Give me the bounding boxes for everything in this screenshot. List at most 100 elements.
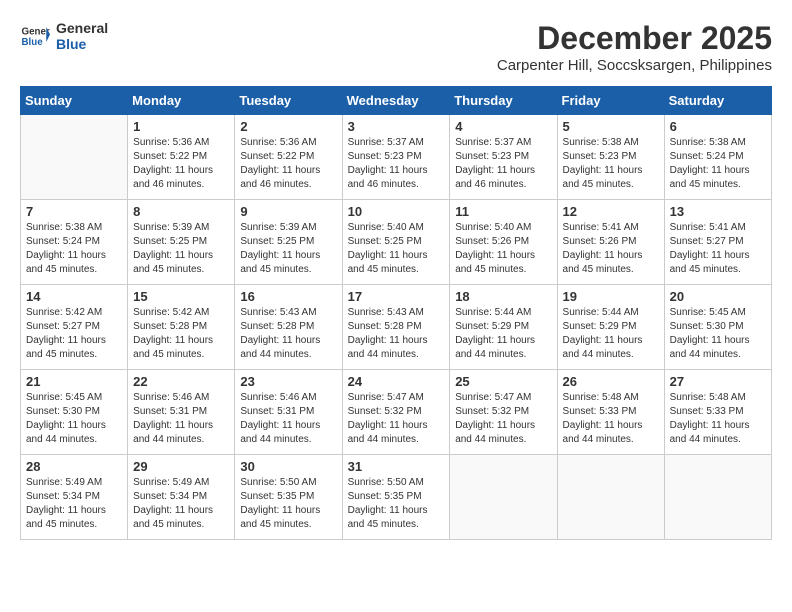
day-info: Sunrise: 5:39 AM Sunset: 5:25 PM Dayligh… — [133, 221, 229, 277]
sunrise-text: Sunrise: 5:43 AM — [240, 307, 316, 318]
header-thursday: Thursday — [450, 87, 557, 115]
day-info: Sunrise: 5:50 AM Sunset: 5:35 PM Dayligh… — [240, 476, 336, 532]
daylight-text: Daylight: 11 hours and 44 minutes. — [133, 420, 213, 445]
daylight-text: Daylight: 11 hours and 44 minutes. — [455, 420, 535, 445]
sunset-text: Sunset: 5:27 PM — [670, 236, 744, 247]
day-info: Sunrise: 5:38 AM Sunset: 5:23 PM Dayligh… — [563, 136, 659, 192]
day-info: Sunrise: 5:46 AM Sunset: 5:31 PM Dayligh… — [240, 391, 336, 447]
sunset-text: Sunset: 5:28 PM — [133, 321, 207, 332]
calendar-cell: 17 Sunrise: 5:43 AM Sunset: 5:28 PM Dayl… — [342, 285, 450, 370]
day-number: 13 — [670, 204, 766, 219]
daylight-text: Daylight: 11 hours and 44 minutes. — [455, 335, 535, 360]
sunrise-text: Sunrise: 5:42 AM — [133, 307, 209, 318]
daylight-text: Daylight: 11 hours and 46 minutes. — [240, 165, 320, 190]
sunrise-text: Sunrise: 5:45 AM — [670, 307, 746, 318]
calendar-cell: 11 Sunrise: 5:40 AM Sunset: 5:26 PM Dayl… — [450, 200, 557, 285]
sunset-text: Sunset: 5:34 PM — [26, 491, 100, 502]
calendar-cell: 4 Sunrise: 5:37 AM Sunset: 5:23 PM Dayli… — [450, 115, 557, 200]
sunset-text: Sunset: 5:35 PM — [240, 491, 314, 502]
day-info: Sunrise: 5:42 AM Sunset: 5:28 PM Dayligh… — [133, 306, 229, 362]
calendar-week-row: 21 Sunrise: 5:45 AM Sunset: 5:30 PM Dayl… — [21, 370, 772, 455]
day-number: 24 — [348, 374, 445, 389]
day-number: 26 — [563, 374, 659, 389]
calendar-cell: 28 Sunrise: 5:49 AM Sunset: 5:34 PM Dayl… — [21, 455, 128, 540]
sunrise-text: Sunrise: 5:40 AM — [348, 222, 424, 233]
calendar-cell: 27 Sunrise: 5:48 AM Sunset: 5:33 PM Dayl… — [664, 370, 771, 455]
day-number: 1 — [133, 119, 229, 134]
day-number: 3 — [348, 119, 445, 134]
daylight-text: Daylight: 11 hours and 45 minutes. — [563, 250, 643, 275]
daylight-text: Daylight: 11 hours and 45 minutes. — [240, 250, 320, 275]
day-info: Sunrise: 5:44 AM Sunset: 5:29 PM Dayligh… — [455, 306, 551, 362]
day-number: 8 — [133, 204, 229, 219]
day-info: Sunrise: 5:41 AM Sunset: 5:26 PM Dayligh… — [563, 221, 659, 277]
daylight-text: Daylight: 11 hours and 45 minutes. — [670, 165, 750, 190]
svg-text:General: General — [22, 27, 51, 38]
day-info: Sunrise: 5:44 AM Sunset: 5:29 PM Dayligh… — [563, 306, 659, 362]
day-number: 14 — [26, 289, 122, 304]
weekday-header-row: Sunday Monday Tuesday Wednesday Thursday… — [21, 87, 772, 115]
calendar-cell: 12 Sunrise: 5:41 AM Sunset: 5:26 PM Dayl… — [557, 200, 664, 285]
day-number: 25 — [455, 374, 551, 389]
daylight-text: Daylight: 11 hours and 45 minutes. — [133, 335, 213, 360]
day-number: 28 — [26, 459, 122, 474]
header-monday: Monday — [128, 87, 235, 115]
daylight-text: Daylight: 11 hours and 44 minutes. — [563, 420, 643, 445]
calendar-cell: 25 Sunrise: 5:47 AM Sunset: 5:32 PM Dayl… — [450, 370, 557, 455]
sunrise-text: Sunrise: 5:44 AM — [563, 307, 639, 318]
daylight-text: Daylight: 11 hours and 45 minutes. — [455, 250, 535, 275]
calendar-cell: 18 Sunrise: 5:44 AM Sunset: 5:29 PM Dayl… — [450, 285, 557, 370]
calendar-cell — [664, 455, 771, 540]
logo-icon: General Blue — [20, 21, 50, 51]
sunset-text: Sunset: 5:33 PM — [670, 406, 744, 417]
svg-text:Blue: Blue — [22, 37, 44, 48]
sunset-text: Sunset: 5:23 PM — [455, 151, 529, 162]
calendar-cell: 20 Sunrise: 5:45 AM Sunset: 5:30 PM Dayl… — [664, 285, 771, 370]
day-number: 11 — [455, 204, 551, 219]
sunset-text: Sunset: 5:26 PM — [455, 236, 529, 247]
daylight-text: Daylight: 11 hours and 44 minutes. — [240, 420, 320, 445]
day-info: Sunrise: 5:43 AM Sunset: 5:28 PM Dayligh… — [240, 306, 336, 362]
calendar-table: Sunday Monday Tuesday Wednesday Thursday… — [20, 86, 772, 540]
sunset-text: Sunset: 5:30 PM — [670, 321, 744, 332]
calendar-week-row: 14 Sunrise: 5:42 AM Sunset: 5:27 PM Dayl… — [21, 285, 772, 370]
daylight-text: Daylight: 11 hours and 46 minutes. — [133, 165, 213, 190]
sunset-text: Sunset: 5:24 PM — [670, 151, 744, 162]
sunset-text: Sunset: 5:22 PM — [133, 151, 207, 162]
calendar-cell: 16 Sunrise: 5:43 AM Sunset: 5:28 PM Dayl… — [235, 285, 342, 370]
day-info: Sunrise: 5:43 AM Sunset: 5:28 PM Dayligh… — [348, 306, 445, 362]
sunrise-text: Sunrise: 5:45 AM — [26, 392, 102, 403]
daylight-text: Daylight: 11 hours and 45 minutes. — [26, 335, 106, 360]
daylight-text: Daylight: 11 hours and 45 minutes. — [670, 250, 750, 275]
logo: General Blue General Blue — [20, 20, 108, 52]
calendar-cell: 21 Sunrise: 5:45 AM Sunset: 5:30 PM Dayl… — [21, 370, 128, 455]
day-number: 30 — [240, 459, 336, 474]
day-info: Sunrise: 5:45 AM Sunset: 5:30 PM Dayligh… — [670, 306, 766, 362]
sunrise-text: Sunrise: 5:36 AM — [133, 137, 209, 148]
day-info: Sunrise: 5:50 AM Sunset: 5:35 PM Dayligh… — [348, 476, 445, 532]
day-info: Sunrise: 5:41 AM Sunset: 5:27 PM Dayligh… — [670, 221, 766, 277]
day-info: Sunrise: 5:37 AM Sunset: 5:23 PM Dayligh… — [455, 136, 551, 192]
sunset-text: Sunset: 5:32 PM — [348, 406, 422, 417]
calendar-cell: 30 Sunrise: 5:50 AM Sunset: 5:35 PM Dayl… — [235, 455, 342, 540]
sunrise-text: Sunrise: 5:49 AM — [26, 477, 102, 488]
sunset-text: Sunset: 5:25 PM — [240, 236, 314, 247]
day-info: Sunrise: 5:48 AM Sunset: 5:33 PM Dayligh… — [670, 391, 766, 447]
sunset-text: Sunset: 5:29 PM — [455, 321, 529, 332]
daylight-text: Daylight: 11 hours and 44 minutes. — [670, 420, 750, 445]
day-number: 7 — [26, 204, 122, 219]
sunrise-text: Sunrise: 5:37 AM — [455, 137, 531, 148]
calendar-cell: 7 Sunrise: 5:38 AM Sunset: 5:24 PM Dayli… — [21, 200, 128, 285]
day-number: 23 — [240, 374, 336, 389]
day-number: 19 — [563, 289, 659, 304]
day-info: Sunrise: 5:47 AM Sunset: 5:32 PM Dayligh… — [348, 391, 445, 447]
sunset-text: Sunset: 5:32 PM — [455, 406, 529, 417]
sunrise-text: Sunrise: 5:48 AM — [563, 392, 639, 403]
sunrise-text: Sunrise: 5:41 AM — [670, 222, 746, 233]
daylight-text: Daylight: 11 hours and 45 minutes. — [348, 505, 428, 530]
sunrise-text: Sunrise: 5:39 AM — [240, 222, 316, 233]
sunset-text: Sunset: 5:31 PM — [240, 406, 314, 417]
header-saturday: Saturday — [664, 87, 771, 115]
calendar-cell: 26 Sunrise: 5:48 AM Sunset: 5:33 PM Dayl… — [557, 370, 664, 455]
daylight-text: Daylight: 11 hours and 44 minutes. — [348, 335, 428, 360]
